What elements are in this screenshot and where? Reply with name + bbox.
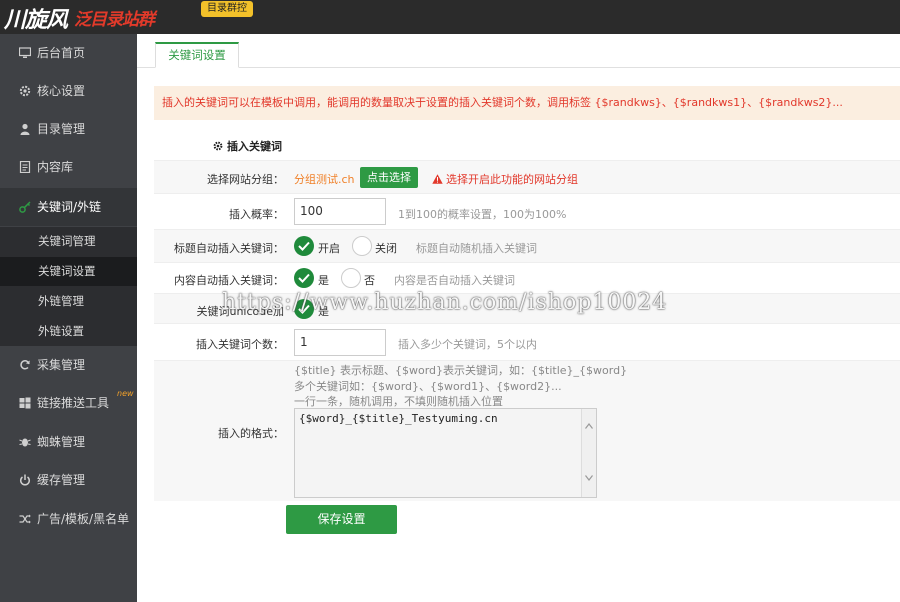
probability-label: 插入概率： bbox=[229, 208, 284, 221]
sidebar-subitem-link-management[interactable]: 外链管理 bbox=[0, 287, 137, 316]
format-help-line: 多个关键词如：{$word}、{$word1}、{$word2}... bbox=[294, 380, 562, 393]
site-group-label: 选择网站分组： bbox=[207, 173, 284, 186]
sidebar-subitem-label: 外链设置 bbox=[38, 324, 84, 338]
sidebar-subitem-label: 外链管理 bbox=[38, 294, 84, 308]
scroll-up-icon bbox=[585, 423, 593, 429]
count-hint: 插入多少个关键词，5个以内 bbox=[398, 338, 537, 351]
sidebar-subitem-label: 关键词设置 bbox=[38, 264, 96, 278]
tab-divider bbox=[137, 67, 900, 68]
user-icon bbox=[20, 123, 30, 135]
format-textarea[interactable]: {$word}_{$title}_Testyuming.cn bbox=[294, 408, 597, 498]
title-auto-on-radio[interactable] bbox=[294, 236, 314, 256]
content-auto-on-label: 是 bbox=[318, 274, 329, 287]
refresh-icon bbox=[20, 360, 30, 370]
sidebar-item-keywords-links[interactable]: 关键词/外链 bbox=[0, 188, 137, 226]
sidebar-item-link-push[interactable]: 链接推送工具 new bbox=[0, 384, 137, 422]
form-row-format: 插入的格式： {$title} 表示标题、{$word}表示关键词，如：{$ti… bbox=[154, 360, 900, 501]
shuffle-icon bbox=[19, 514, 31, 524]
brand-subtitle: 泛目录站群 bbox=[74, 10, 155, 30]
site-group-warning-text: 选择开启此功能的网站分组 bbox=[446, 173, 578, 186]
windows-icon bbox=[19, 397, 31, 409]
sidebar-item-ads-templates[interactable]: 广告/模板/黑名单 bbox=[0, 500, 137, 538]
sidebar-subitem-link-settings[interactable]: 外链设置 bbox=[0, 317, 137, 346]
brand-logo: 川旋风 bbox=[4, 7, 68, 33]
form-row-site-group: 选择网站分组： 分组测试.ch 点击选择 选择开启此功能的网站分组 bbox=[154, 160, 900, 193]
select-group-button[interactable]: 点击选择 bbox=[360, 167, 418, 188]
count-input[interactable]: 1 bbox=[294, 329, 386, 356]
sidebar-item-label: 缓存管理 bbox=[37, 473, 86, 487]
sidebar-submenu: 关键词管理 关键词设置 外链管理 外链设置 bbox=[0, 227, 137, 346]
save-button[interactable]: 保存设置 bbox=[286, 505, 397, 534]
sidebar-item-label: 采集管理 bbox=[37, 358, 86, 372]
content-auto-off-radio[interactable] bbox=[341, 268, 361, 288]
monitor-icon bbox=[19, 47, 31, 58]
top-bar: 川旋风 泛目录站群 目录群控 bbox=[0, 0, 900, 34]
sidebar: 后台首页 核心设置 目录管理 内容库 关键词/外链 关键词管理 关键词设置 外链… bbox=[0, 34, 137, 602]
content-auto-hint: 内容是否自动插入关键词 bbox=[394, 274, 515, 287]
form-row-content-auto: 内容自动插入关键词： 是 否 内容是否自动插入关键词 bbox=[154, 262, 900, 293]
checkmark-icon bbox=[298, 241, 310, 251]
form-row-count: 插入关键词个数： 1 插入多少个关键词，5个以内 bbox=[154, 323, 900, 360]
probability-hint: 1到100的概率设置，100为100% bbox=[398, 208, 567, 221]
sidebar-item-label: 关键词/外链 bbox=[37, 200, 102, 214]
sidebar-item-label: 内容库 bbox=[37, 160, 74, 174]
sidebar-item-content-library[interactable]: 内容库 bbox=[0, 148, 137, 186]
sidebar-item-home[interactable]: 后台首页 bbox=[0, 34, 137, 72]
sidebar-subitem-keyword-settings[interactable]: 关键词设置 bbox=[0, 257, 137, 286]
tab-keyword-settings[interactable]: 关键词设置 bbox=[155, 42, 239, 68]
document-icon bbox=[19, 161, 31, 173]
textarea-scrollbar[interactable] bbox=[581, 409, 596, 497]
form-row-probability: 插入概率： 100 1到100的概率设置，100为100% bbox=[154, 193, 900, 229]
power-icon bbox=[20, 474, 30, 486]
checkmark-icon bbox=[298, 273, 310, 283]
sidebar-item-label: 蜘蛛管理 bbox=[37, 435, 86, 449]
notice-banner: 插入的关键词可以在模板中调用，能调用的数量取决于设置的插入关键词个数，调用标签 … bbox=[154, 86, 900, 120]
format-label: 插入的格式： bbox=[218, 427, 284, 440]
site-group-warning: 选择开启此功能的网站分组 bbox=[432, 171, 578, 187]
main-content: 关键词设置 插入的关键词可以在模板中调用，能调用的数量取决于设置的插入关键词个数… bbox=[137, 34, 900, 602]
sidebar-item-collection[interactable]: 采集管理 bbox=[0, 346, 137, 384]
watermark: https://www.huzhan.com/ishop10024 bbox=[222, 290, 668, 315]
sidebar-item-label: 核心设置 bbox=[37, 84, 86, 98]
sidebar-subitem-label: 关键词管理 bbox=[38, 234, 96, 248]
sidebar-item-spider[interactable]: 蜘蛛管理 bbox=[0, 423, 137, 461]
key-icon bbox=[19, 201, 31, 213]
content-auto-on-radio[interactable] bbox=[294, 268, 314, 288]
title-auto-hint: 标题自动随机插入关键词 bbox=[416, 242, 537, 255]
section-title-text: 插入关键词 bbox=[227, 140, 282, 153]
title-auto-off-radio[interactable] bbox=[352, 236, 372, 256]
bug-icon bbox=[19, 438, 31, 447]
section-title: 插入关键词 bbox=[213, 138, 282, 154]
sidebar-item-label: 链接推送工具 bbox=[37, 396, 110, 410]
gear-icon bbox=[19, 85, 31, 97]
sidebar-item-label: 广告/模板/黑名单 bbox=[37, 512, 130, 526]
title-auto-off-label: 关闭 bbox=[375, 242, 397, 255]
content-auto-off-label: 否 bbox=[364, 274, 375, 287]
format-help-line: {$title} 表示标题、{$word}表示关键词，如：{$title}_{$… bbox=[294, 364, 628, 377]
sidebar-item-label: 后台首页 bbox=[37, 46, 86, 60]
sidebar-subitem-keyword-management[interactable]: 关键词管理 bbox=[0, 227, 137, 256]
count-label: 插入关键词个数： bbox=[196, 338, 284, 351]
title-auto-on-label: 开启 bbox=[318, 242, 340, 255]
new-badge: new bbox=[117, 389, 134, 398]
site-group-value: 分组测试.ch bbox=[294, 173, 355, 186]
form-row-title-auto: 标题自动插入关键词： 开启 关闭 标题自动随机插入关键词 bbox=[154, 229, 900, 262]
sidebar-item-label: 目录管理 bbox=[37, 122, 86, 136]
warning-icon bbox=[432, 174, 443, 184]
brand-badge: 目录群控 bbox=[201, 1, 253, 17]
content-auto-label: 内容自动插入关键词： bbox=[174, 274, 284, 287]
sidebar-item-core-settings[interactable]: 核心设置 bbox=[0, 72, 137, 110]
gear-icon bbox=[213, 141, 223, 151]
sidebar-item-directory[interactable]: 目录管理 bbox=[0, 110, 137, 148]
scroll-down-icon bbox=[585, 475, 593, 481]
format-textarea-value: {$word}_{$title}_Testyuming.cn bbox=[299, 412, 498, 425]
sidebar-item-cache[interactable]: 缓存管理 bbox=[0, 461, 137, 499]
probability-input[interactable]: 100 bbox=[294, 198, 386, 225]
title-auto-label: 标题自动插入关键词： bbox=[174, 242, 284, 255]
